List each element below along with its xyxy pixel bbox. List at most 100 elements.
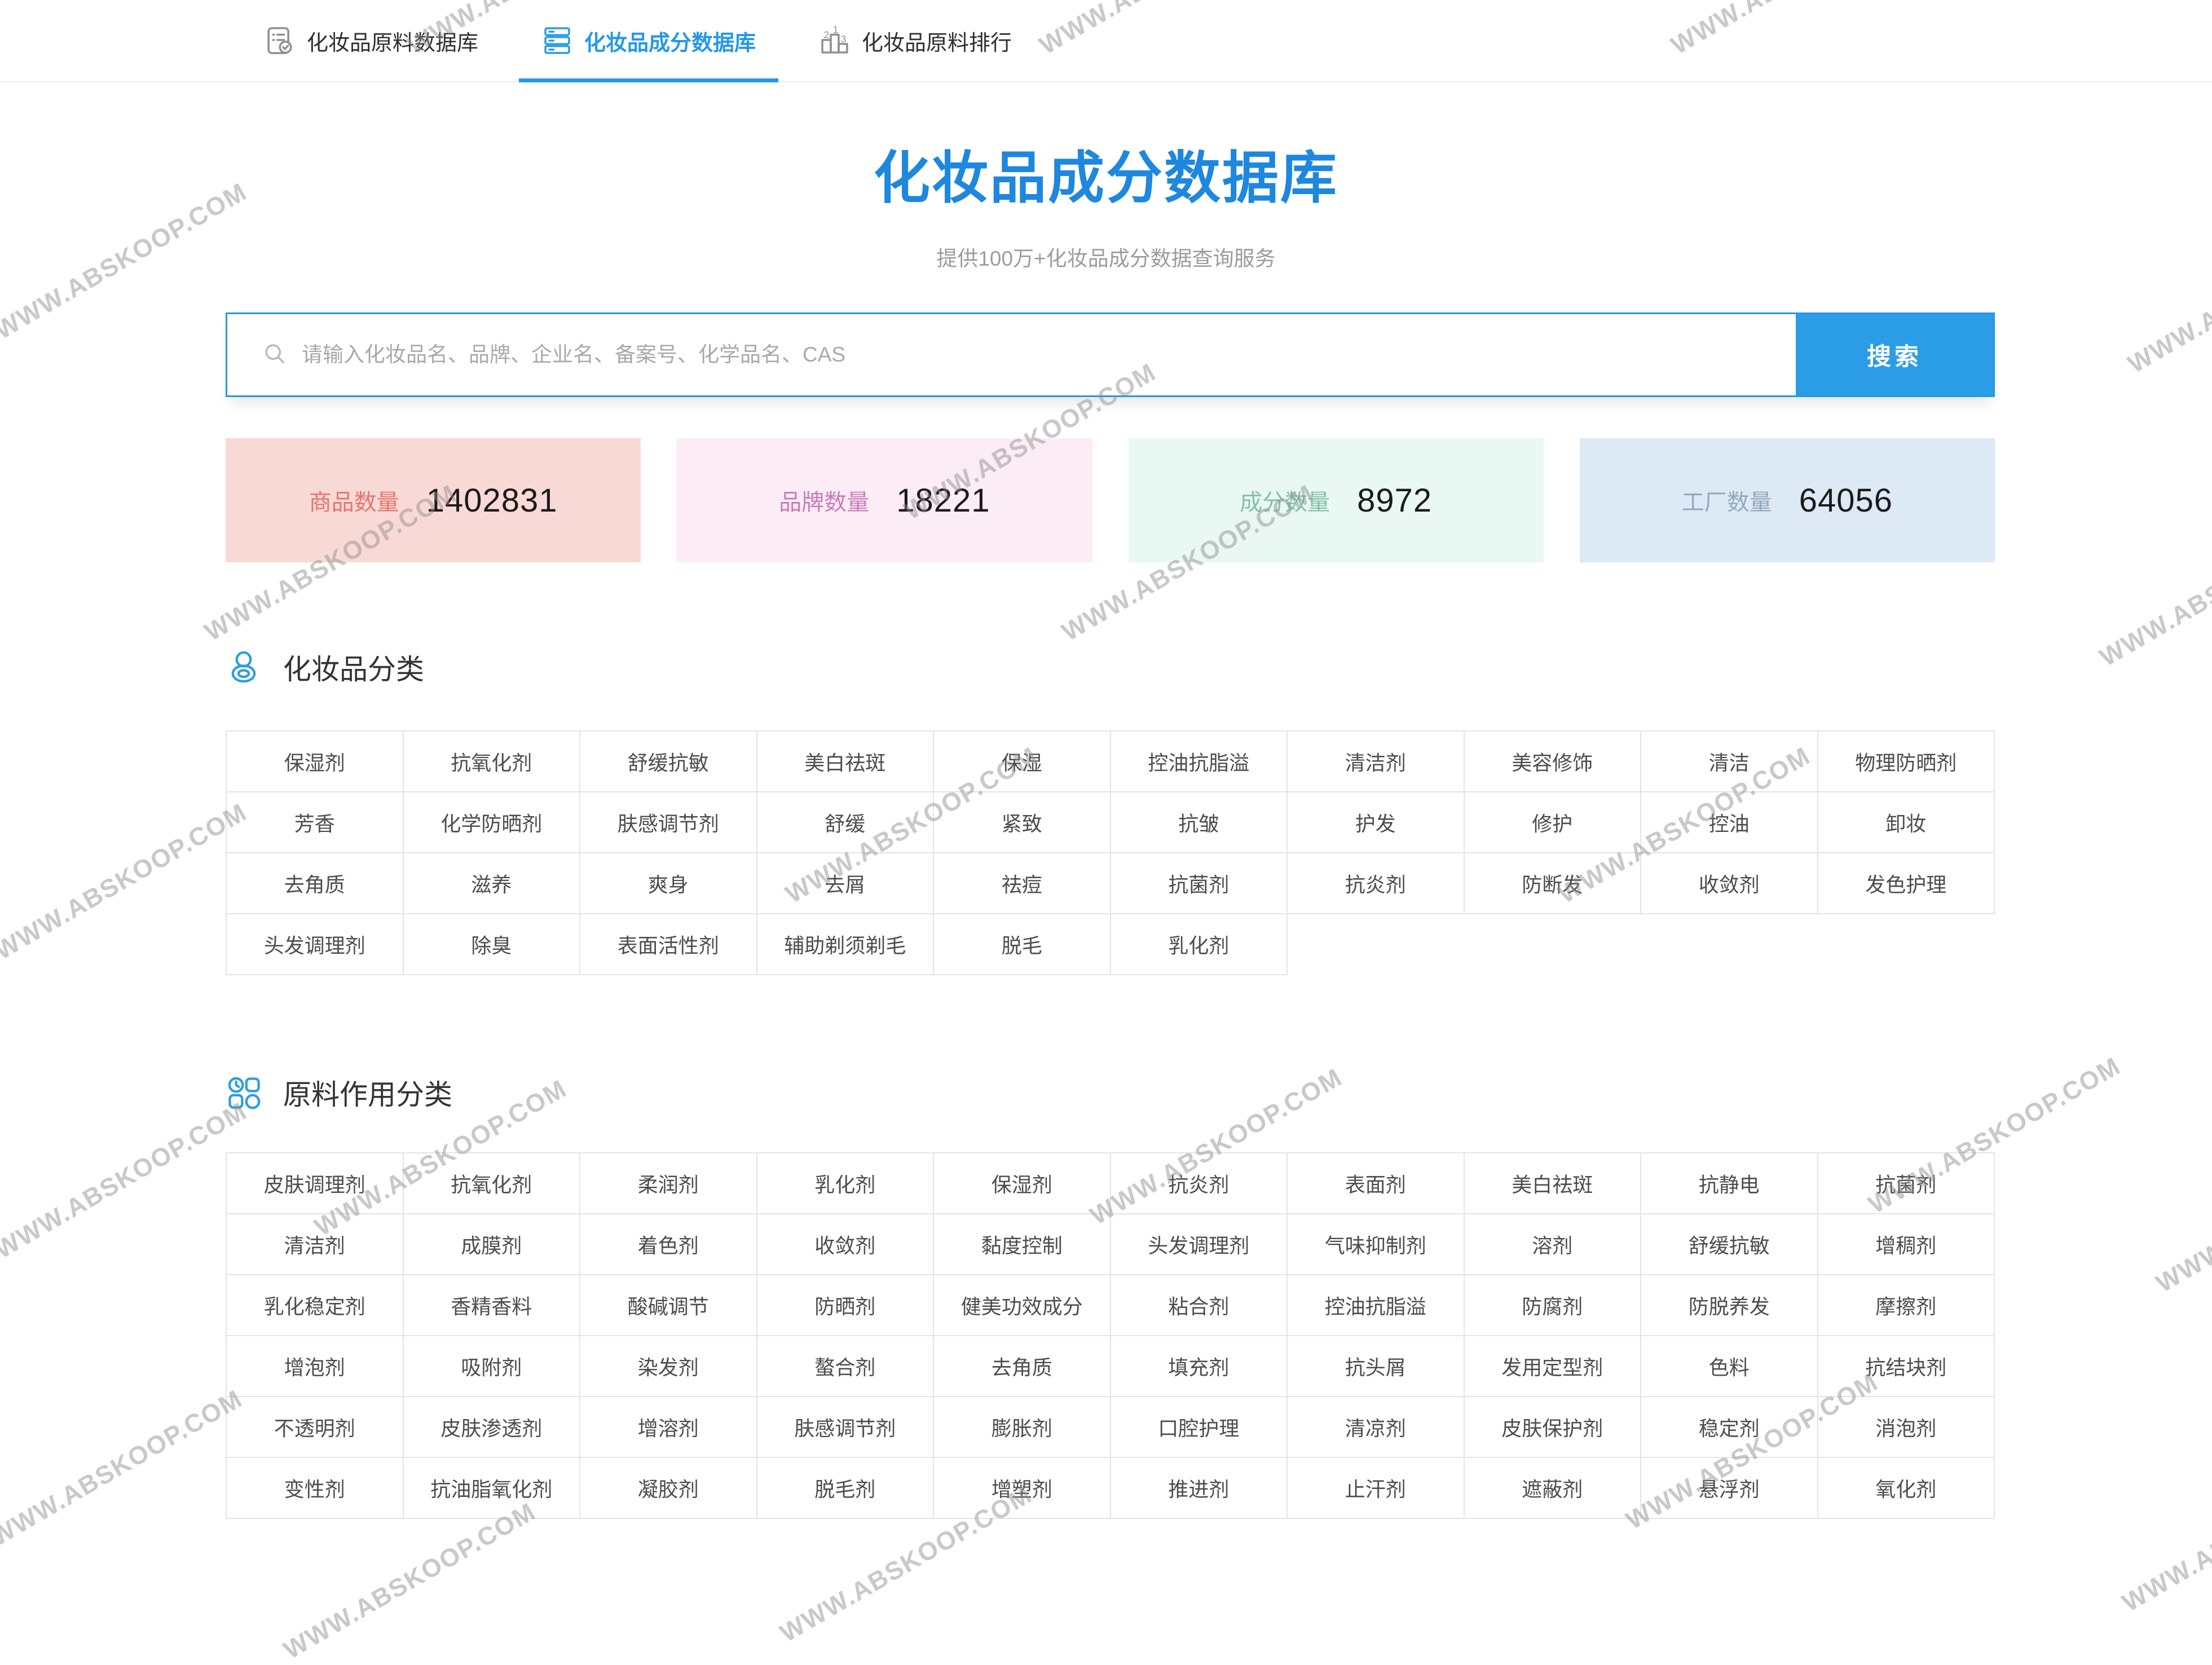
category-cell[interactable]: 防脱养发 xyxy=(1641,1275,1818,1336)
category-cell[interactable]: 摩擦剂 xyxy=(1818,1275,1995,1336)
category-cell[interactable]: 美容修饰 xyxy=(1465,732,1642,792)
category-cell[interactable]: 修护 xyxy=(1465,792,1642,853)
category-cell[interactable]: 去角质 xyxy=(227,853,404,914)
category-cell[interactable]: 卸妆 xyxy=(1818,792,1995,853)
tab-raw-material-ranking[interactable]: 2 1 3 化妆品原料排行 xyxy=(819,0,1012,81)
category-cell[interactable]: 紧致 xyxy=(934,792,1111,853)
category-cell[interactable]: 肤感调节剂 xyxy=(580,792,757,853)
category-cell[interactable]: 抗炎剂 xyxy=(1288,853,1465,914)
category-cell[interactable]: 悬浮剂 xyxy=(1641,1458,1818,1519)
category-cell[interactable]: 消泡剂 xyxy=(1818,1397,1995,1458)
category-cell[interactable]: 抗静电 xyxy=(1641,1153,1818,1214)
category-cell[interactable]: 美白祛斑 xyxy=(1465,1153,1642,1214)
category-cell[interactable]: 增溶剂 xyxy=(580,1397,757,1458)
category-cell[interactable]: 稳定剂 xyxy=(1641,1397,1818,1458)
category-cell[interactable]: 柔润剂 xyxy=(580,1153,757,1214)
category-cell[interactable]: 芳香 xyxy=(227,792,404,853)
category-cell[interactable]: 控油抗脂溢 xyxy=(1111,732,1288,792)
category-cell[interactable]: 染发剂 xyxy=(580,1336,757,1397)
search-input[interactable] xyxy=(302,343,1796,367)
category-cell[interactable]: 螯合剂 xyxy=(757,1336,935,1397)
category-cell[interactable]: 清洁 xyxy=(1641,732,1818,792)
category-cell[interactable]: 爽身 xyxy=(580,853,757,914)
category-cell[interactable]: 抗菌剂 xyxy=(1111,853,1288,914)
category-cell[interactable]: 皮肤保护剂 xyxy=(1465,1397,1642,1458)
category-cell[interactable]: 祛痘 xyxy=(934,853,1111,914)
search-button[interactable]: 搜索 xyxy=(1796,314,1993,395)
category-cell[interactable]: 抗结块剂 xyxy=(1818,1336,1995,1397)
category-cell[interactable]: 增稠剂 xyxy=(1818,1214,1995,1275)
category-cell[interactable]: 黏度控制 xyxy=(934,1214,1111,1275)
category-cell[interactable]: 除臭 xyxy=(404,914,581,975)
category-cell[interactable]: 乳化剂 xyxy=(757,1153,935,1214)
category-cell[interactable]: 滋养 xyxy=(404,853,581,914)
category-cell[interactable]: 表面剂 xyxy=(1288,1153,1465,1214)
category-cell[interactable]: 不透明剂 xyxy=(227,1397,404,1458)
category-cell[interactable]: 表面活性剂 xyxy=(580,914,757,975)
category-cell[interactable]: 清洁剂 xyxy=(227,1214,404,1275)
category-cell[interactable]: 抗油脂氧化剂 xyxy=(404,1458,581,1519)
category-cell[interactable]: 控油抗脂溢 xyxy=(1288,1275,1465,1336)
category-cell[interactable]: 抗炎剂 xyxy=(1111,1153,1288,1214)
category-cell[interactable]: 酸碱调节 xyxy=(580,1275,757,1336)
category-cell[interactable]: 抗头屑 xyxy=(1288,1336,1465,1397)
category-cell[interactable]: 增泡剂 xyxy=(227,1336,404,1397)
category-cell[interactable]: 遮蔽剂 xyxy=(1465,1458,1642,1519)
category-cell[interactable]: 收敛剂 xyxy=(1641,853,1818,914)
category-cell[interactable]: 去角质 xyxy=(934,1336,1111,1397)
category-cell[interactable]: 发色护理 xyxy=(1818,853,1995,914)
category-cell[interactable]: 皮肤渗透剂 xyxy=(404,1397,581,1458)
category-cell[interactable]: 脱毛剂 xyxy=(757,1458,935,1519)
category-cell[interactable]: 膨胀剂 xyxy=(934,1397,1111,1458)
category-cell[interactable]: 舒缓抗敏 xyxy=(580,732,757,792)
category-cell[interactable]: 气味抑制剂 xyxy=(1288,1214,1465,1275)
category-cell[interactable]: 辅助剃须剃毛 xyxy=(757,914,935,975)
category-cell[interactable]: 抗氧化剂 xyxy=(404,1153,581,1214)
category-cell[interactable]: 吸附剂 xyxy=(404,1336,581,1397)
category-cell[interactable]: 成膜剂 xyxy=(404,1214,581,1275)
tab-raw-material-database[interactable]: 化妆品原料数据库 xyxy=(264,0,478,81)
category-cell[interactable]: 清凉剂 xyxy=(1288,1397,1465,1458)
category-cell[interactable]: 抗皱 xyxy=(1111,792,1288,853)
category-cell[interactable]: 头发调理剂 xyxy=(227,914,404,975)
category-cell[interactable]: 抗菌剂 xyxy=(1818,1153,1995,1214)
category-cell[interactable]: 填充剂 xyxy=(1111,1336,1288,1397)
category-cell[interactable]: 粘合剂 xyxy=(1111,1275,1288,1336)
category-cell[interactable]: 止汗剂 xyxy=(1288,1458,1465,1519)
category-cell[interactable]: 抗氧化剂 xyxy=(404,732,581,792)
category-cell[interactable]: 防腐剂 xyxy=(1465,1275,1642,1336)
category-cell[interactable]: 收敛剂 xyxy=(757,1214,935,1275)
category-cell[interactable]: 口腔护理 xyxy=(1111,1397,1288,1458)
category-cell[interactable]: 溶剂 xyxy=(1465,1214,1642,1275)
category-cell[interactable]: 头发调理剂 xyxy=(1111,1214,1288,1275)
category-cell[interactable]: 化学防晒剂 xyxy=(404,792,581,853)
category-cell[interactable]: 乳化剂 xyxy=(1111,914,1288,975)
category-cell[interactable]: 增塑剂 xyxy=(934,1458,1111,1519)
category-cell[interactable]: 舒缓抗敏 xyxy=(1641,1214,1818,1275)
category-cell[interactable]: 保湿 xyxy=(934,732,1111,792)
category-cell[interactable]: 变性剂 xyxy=(227,1458,404,1519)
category-cell[interactable]: 乳化稳定剂 xyxy=(227,1275,404,1336)
category-cell[interactable]: 舒缓 xyxy=(757,792,935,853)
category-cell[interactable]: 香精香料 xyxy=(404,1275,581,1336)
category-cell[interactable]: 健美功效成分 xyxy=(934,1275,1111,1336)
category-cell[interactable]: 去屑 xyxy=(757,853,935,914)
category-cell[interactable]: 发用定型剂 xyxy=(1465,1336,1642,1397)
category-cell[interactable]: 保湿剂 xyxy=(934,1153,1111,1214)
category-cell[interactable]: 凝胶剂 xyxy=(580,1458,757,1519)
category-cell[interactable]: 推进剂 xyxy=(1111,1458,1288,1519)
tab-ingredient-database[interactable]: 化妆品成分数据库 xyxy=(541,0,756,81)
category-cell[interactable]: 清洁剂 xyxy=(1288,732,1465,792)
category-cell[interactable]: 物理防晒剂 xyxy=(1818,732,1995,792)
category-cell[interactable]: 防断发 xyxy=(1465,853,1642,914)
category-cell[interactable]: 美白祛斑 xyxy=(757,732,935,792)
category-cell[interactable]: 脱毛 xyxy=(934,914,1111,975)
category-cell[interactable]: 氧化剂 xyxy=(1818,1458,1995,1519)
category-cell[interactable]: 皮肤调理剂 xyxy=(227,1153,404,1214)
category-cell[interactable]: 控油 xyxy=(1641,792,1818,853)
category-cell[interactable]: 着色剂 xyxy=(580,1214,757,1275)
category-cell[interactable]: 防晒剂 xyxy=(757,1275,935,1336)
category-cell[interactable]: 色料 xyxy=(1641,1336,1818,1397)
category-cell[interactable]: 肤感调节剂 xyxy=(757,1397,935,1458)
category-cell[interactable]: 保湿剂 xyxy=(227,732,404,792)
